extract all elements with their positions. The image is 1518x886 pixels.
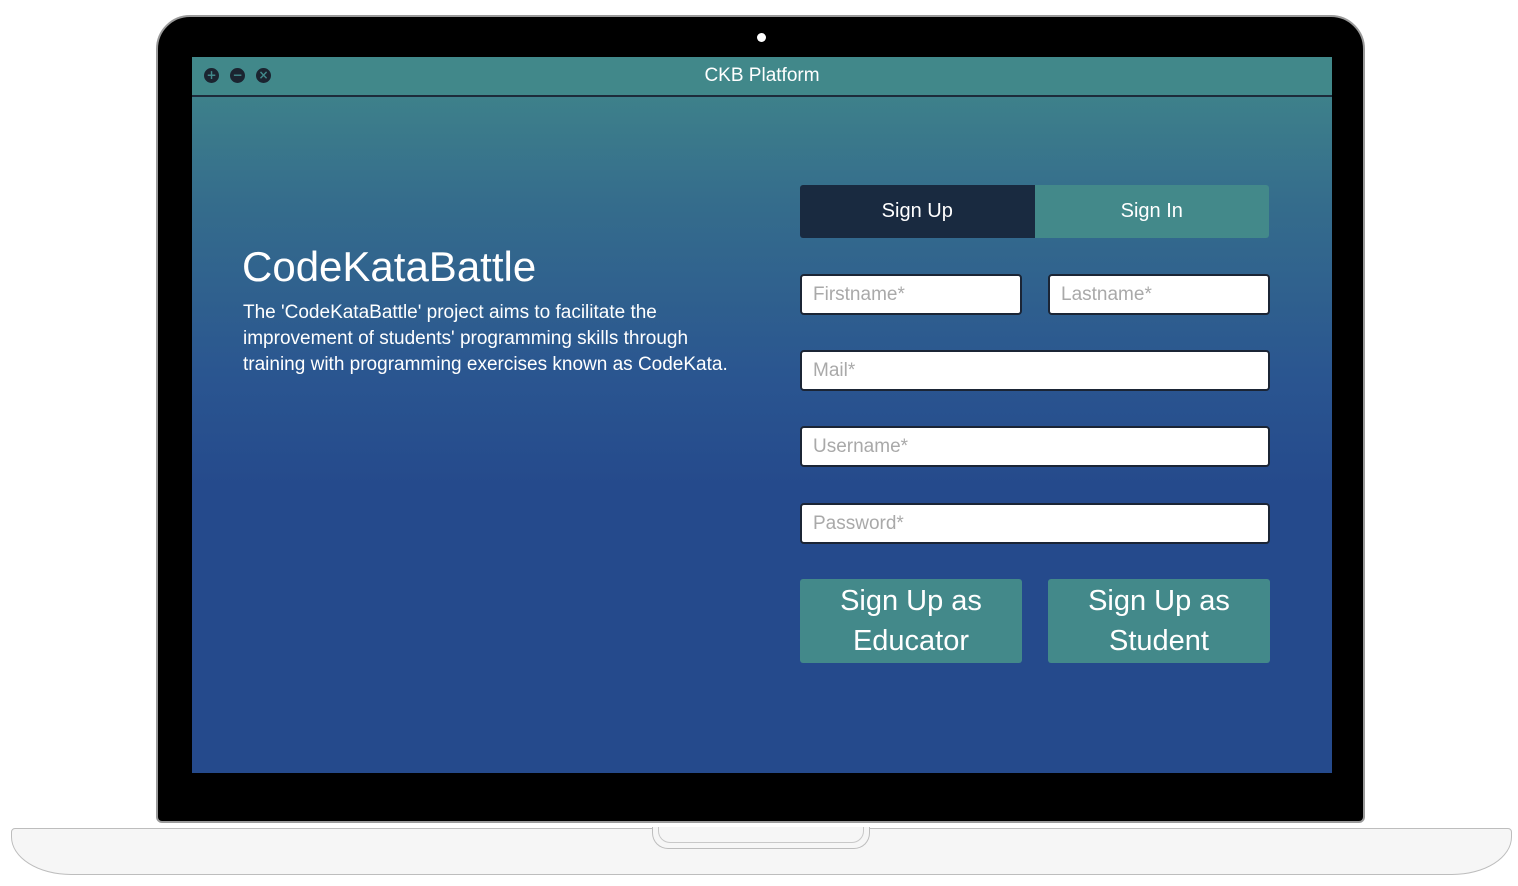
title-bar: + − × CKB Platform [192, 57, 1332, 97]
sign-up-educator-button[interactable]: Sign Up as Educator [800, 579, 1022, 663]
username-input[interactable] [800, 426, 1270, 467]
app-description: The 'CodeKataBattle' project aims to fac… [243, 302, 728, 375]
app-window: + − × CKB Platform CodeKataBattle The 'C… [192, 57, 1332, 773]
laptop-base-notch-inner [658, 827, 864, 843]
window-title: CKB Platform [704, 65, 820, 86]
sign-up-student-button[interactable]: Sign Up as Student [1048, 579, 1270, 663]
firstname-input[interactable] [800, 274, 1022, 315]
mail-input[interactable] [800, 350, 1270, 391]
app-name-heading: CodeKataBattle [242, 243, 537, 290]
tab-sign-in[interactable]: Sign In [1034, 185, 1269, 238]
auth-tabs: Sign Up Sign In [800, 185, 1269, 238]
password-input[interactable] [800, 503, 1270, 544]
camera-dot [757, 33, 766, 42]
lastname-input[interactable] [1048, 274, 1270, 315]
tab-sign-up[interactable]: Sign Up [800, 185, 1035, 238]
